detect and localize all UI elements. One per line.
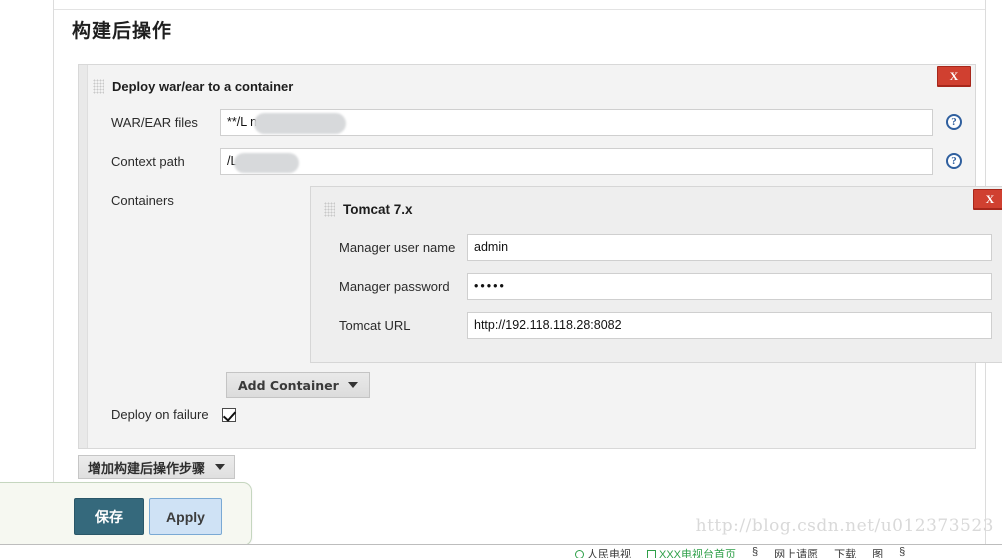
taskbar-item[interactable]: 图 [872,546,883,558]
taskbar-item-label: 下载 [834,549,857,558]
page-top-rule [54,9,985,10]
square-icon [647,549,656,558]
container-panel-tomcat: Tomcat 7.x X Manager user name admin Man… [310,186,1002,363]
deploy-on-failure-label: Deploy on failure [111,407,209,422]
taskbar-item[interactable]: § [899,546,905,558]
add-post-build-step-button[interactable]: 增加构建后操作步骤 [78,455,236,479]
taskbar: 人民电视 XXX电视台首页 § 网上请愿 下载 图 § [0,544,1002,558]
drag-grip-icon[interactable] [324,202,335,217]
drag-grip-icon[interactable] [93,79,104,94]
field-row-manager-password: Manager password ••••• [311,273,1002,301]
deploy-on-failure-checkbox[interactable] [222,408,236,422]
apply-button[interactable]: Apply [149,498,222,535]
field-row-war-ear-files: WAR/EAR files **/L nsole*.war ? [79,109,975,137]
taskbar-item-label: XXX电视台首页 [659,549,737,558]
field-row-tomcat-url: Tomcat URL http://192.118.118.28:8082 [311,312,1002,340]
page-left-rule [53,0,54,558]
add-container-button[interactable]: Add Container [226,372,370,398]
screen: 构建后操作 Deploy war/ear to a container X WA… [0,0,1002,558]
taskbar-item[interactable]: 下载 [834,546,856,558]
manager-password-input[interactable]: ••••• [467,273,992,300]
taskbar-item[interactable]: 人民电视 [575,546,631,558]
save-bar: 保存 Apply [0,482,252,546]
publisher-header: Deploy war/ear to a container [93,79,293,94]
war-ear-files-input[interactable]: **/L nsole*.war [220,109,933,136]
taskbar-items: 人民电视 XXX电视台首页 § 网上请愿 下载 图 § [575,546,905,558]
circle-icon [575,549,584,558]
container-header: Tomcat 7.x [324,202,413,217]
publisher-title: Deploy war/ear to a container [112,79,294,94]
field-row-manager-user-name: Manager user name admin [311,234,1002,262]
field-row-context-path: Context path /L nsole ? [79,148,975,176]
page-title: 构建后操作 [72,20,173,42]
publisher-panel-deploy: Deploy war/ear to a container X WAR/EAR … [78,64,1002,449]
caret-down-icon [215,464,226,470]
taskbar-item[interactable]: § [752,546,758,558]
close-publisher-button[interactable]: X [937,66,971,87]
link-icon: § [899,546,906,558]
context-path-input[interactable]: /L nsole [220,148,933,175]
manager-user-name-input[interactable]: admin [467,234,992,261]
save-button[interactable]: 保存 [74,498,144,535]
taskbar-item-label: 人民电视 [587,549,631,558]
link-icon: § [752,546,759,558]
container-title: Tomcat 7.x [343,202,413,217]
taskbar-item[interactable]: 网上请愿 [774,546,818,558]
close-container-button[interactable]: X [973,189,1002,210]
add-container-label: Add Container [238,377,339,393]
help-circle-icon[interactable]: ? [946,153,962,169]
watermark-text: http://blog.csdn.net/u012373523 [695,516,994,536]
taskbar-item-label: 网上请愿 [774,549,819,558]
caret-down-icon [347,382,358,388]
containers-label: Containers [111,193,174,208]
taskbar-item-label: 图 [872,549,884,558]
help-circle-icon[interactable]: ? [946,114,962,130]
tomcat-url-input[interactable]: http://192.118.118.28:8082 [467,312,992,339]
add-post-build-step-label: 增加构建后操作步骤 [88,461,206,477]
taskbar-item[interactable]: XXX电视台首页 [647,546,736,558]
